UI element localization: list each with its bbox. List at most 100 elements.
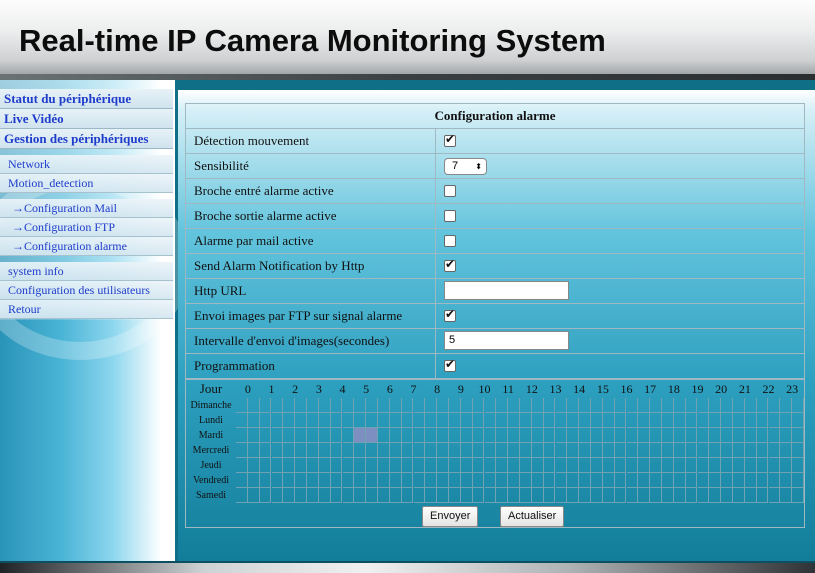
schedule-cell[interactable]: [744, 473, 757, 488]
schedule-cell[interactable]: [543, 413, 556, 428]
schedule-cell[interactable]: [342, 428, 355, 443]
schedule-cell[interactable]: [721, 443, 733, 458]
schedule-cell[interactable]: [555, 488, 568, 503]
checkbox[interactable]: [444, 210, 456, 222]
schedule-cell[interactable]: [354, 398, 367, 413]
schedule-cell[interactable]: [650, 488, 662, 503]
schedule-cell[interactable]: [236, 413, 248, 428]
schedule-cell[interactable]: [602, 443, 615, 458]
schedule-cell[interactable]: [638, 488, 651, 503]
schedule-cell[interactable]: [650, 413, 662, 428]
schedule-cell[interactable]: [579, 443, 591, 458]
schedule-cell[interactable]: [247, 428, 260, 443]
schedule-cell[interactable]: [295, 428, 307, 443]
schedule-cell[interactable]: [318, 488, 331, 503]
schedule-cell[interactable]: [721, 413, 733, 428]
schedule-cell[interactable]: [236, 443, 248, 458]
schedule-cell[interactable]: [709, 458, 722, 473]
schedule-cell[interactable]: [508, 398, 520, 413]
schedule-cell[interactable]: [378, 428, 390, 443]
schedule-cell[interactable]: [283, 398, 296, 413]
schedule-cell[interactable]: [307, 473, 319, 488]
schedule-cell[interactable]: [283, 428, 296, 443]
schedule-cell[interactable]: [768, 473, 781, 488]
schedule-cell[interactable]: [792, 413, 804, 428]
schedule-cell[interactable]: [792, 443, 804, 458]
schedule-cell[interactable]: [318, 443, 331, 458]
schedule-cell[interactable]: [413, 458, 426, 473]
schedule-cell[interactable]: [247, 473, 260, 488]
schedule-cell[interactable]: [614, 458, 627, 473]
schedule-cell[interactable]: [579, 428, 591, 443]
schedule-cell[interactable]: [697, 443, 710, 458]
schedule-cell[interactable]: [413, 413, 426, 428]
schedule-cell[interactable]: [460, 398, 473, 413]
schedule-cell[interactable]: [744, 413, 757, 428]
schedule-cell[interactable]: [508, 428, 520, 443]
schedule-cell[interactable]: [733, 413, 745, 428]
checkbox[interactable]: [444, 257, 456, 272]
nav-config-users[interactable]: Configuration des utilisateurs: [0, 281, 173, 300]
schedule-cell[interactable]: [259, 488, 272, 503]
schedule-cell[interactable]: [236, 398, 248, 413]
schedule-cell[interactable]: [638, 428, 651, 443]
schedule-cell[interactable]: [342, 488, 355, 503]
schedule-cell[interactable]: [662, 428, 674, 443]
schedule-cell[interactable]: [721, 428, 733, 443]
schedule-cell[interactable]: [449, 473, 461, 488]
schedule-cell[interactable]: [484, 413, 497, 428]
schedule-cell[interactable]: [543, 473, 556, 488]
schedule-cell[interactable]: [721, 473, 733, 488]
schedule-cell[interactable]: [662, 473, 674, 488]
schedule-cell[interactable]: [626, 473, 639, 488]
schedule-cell[interactable]: [662, 398, 674, 413]
nav-live-video[interactable]: Live Vidéo: [0, 109, 173, 129]
schedule-cell[interactable]: [555, 398, 568, 413]
schedule-cell[interactable]: [401, 458, 414, 473]
schedule-cell[interactable]: [685, 488, 698, 503]
schedule-cell[interactable]: [366, 398, 378, 413]
schedule-cell[interactable]: [721, 488, 733, 503]
schedule-cell[interactable]: [579, 458, 591, 473]
schedule-cell[interactable]: [307, 488, 319, 503]
actualiser-button[interactable]: Actualiser: [500, 506, 565, 527]
schedule-cell[interactable]: [472, 488, 485, 503]
schedule-cell[interactable]: [437, 458, 449, 473]
schedule-cell[interactable]: [555, 458, 568, 473]
schedule-cell[interactable]: [389, 443, 402, 458]
schedule-cell[interactable]: [247, 458, 260, 473]
schedule-cell[interactable]: [756, 488, 769, 503]
nav-config-alarme[interactable]: →Configuration alarme: [0, 237, 173, 256]
schedule-cell[interactable]: [591, 458, 603, 473]
checkbox[interactable]: [444, 235, 456, 247]
schedule-cell[interactable]: [567, 473, 580, 488]
schedule-cell[interactable]: [768, 443, 781, 458]
schedule-cell[interactable]: [602, 398, 615, 413]
schedule-cell[interactable]: [744, 458, 757, 473]
schedule-cell[interactable]: [721, 398, 733, 413]
schedule-cell[interactable]: [236, 458, 248, 473]
schedule-cell[interactable]: [579, 398, 591, 413]
schedule-cell[interactable]: [378, 413, 390, 428]
schedule-cell[interactable]: [531, 458, 544, 473]
schedule-cell[interactable]: [555, 473, 568, 488]
schedule-cell[interactable]: [520, 398, 532, 413]
schedule-cell[interactable]: [638, 413, 651, 428]
schedule-cell[interactable]: [591, 413, 603, 428]
schedule-cell[interactable]: [366, 413, 378, 428]
schedule-cell[interactable]: [709, 443, 722, 458]
schedule-cell[interactable]: [283, 488, 296, 503]
schedule-cell[interactable]: [354, 443, 367, 458]
schedule-cell[interactable]: [496, 473, 509, 488]
schedule-cell[interactable]: [555, 428, 568, 443]
schedule-cell[interactable]: [520, 413, 532, 428]
schedule-cell[interactable]: [567, 413, 580, 428]
schedule-cell[interactable]: [449, 488, 461, 503]
schedule-cell[interactable]: [271, 428, 284, 443]
schedule-cell[interactable]: [685, 428, 698, 443]
schedule-cell[interactable]: [354, 473, 367, 488]
schedule-cell[interactable]: [531, 443, 544, 458]
schedule-cell[interactable]: [271, 488, 284, 503]
schedule-cell[interactable]: [389, 413, 402, 428]
schedule-cell[interactable]: [614, 488, 627, 503]
